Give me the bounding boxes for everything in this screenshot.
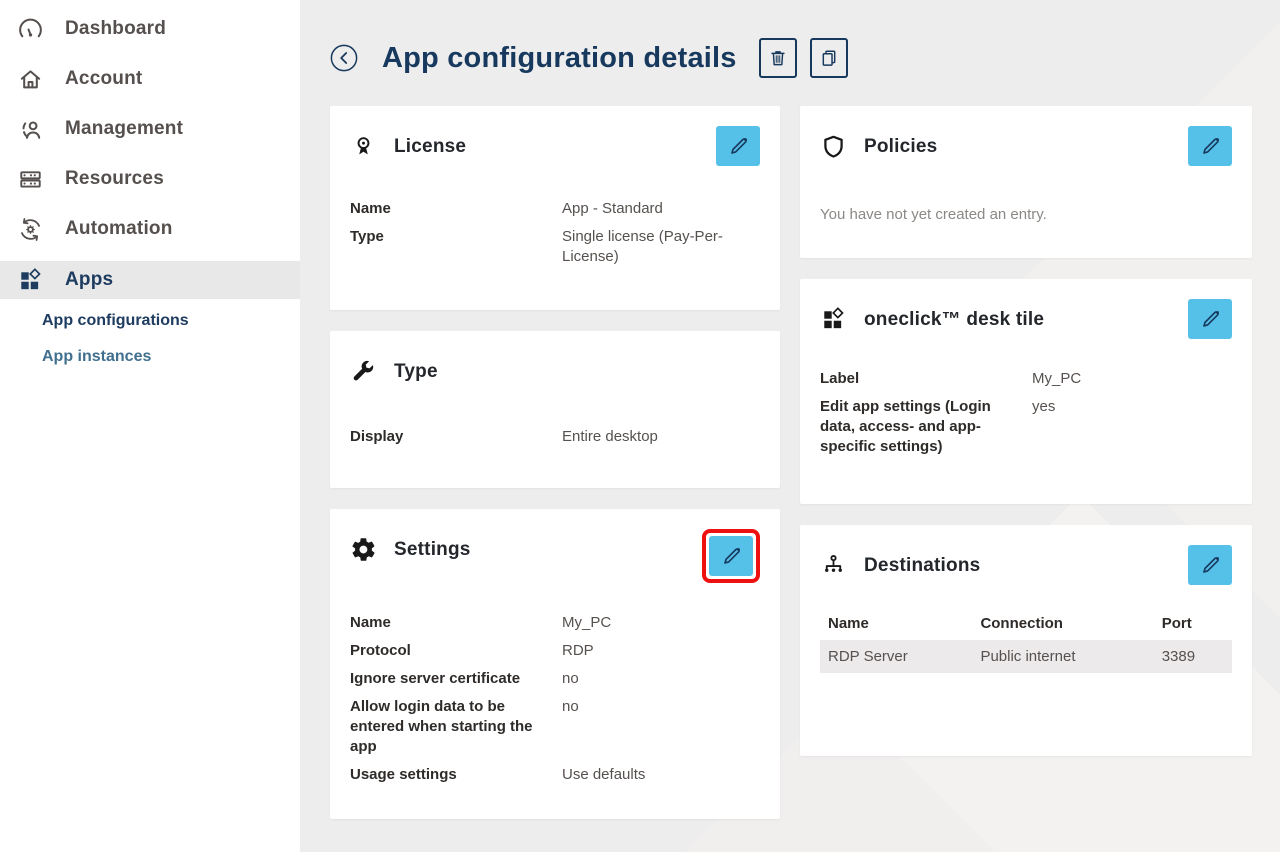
row-label: Usage settings bbox=[350, 765, 562, 785]
chevron-left-circle-icon bbox=[330, 44, 358, 72]
column-header-port: Port bbox=[1154, 607, 1232, 640]
card-title: Settings bbox=[394, 539, 471, 561]
row-value: My_PC bbox=[1032, 369, 1232, 389]
row-value: My_PC bbox=[562, 613, 760, 633]
edit-policies-button[interactable] bbox=[1188, 126, 1232, 166]
apps-icon bbox=[17, 267, 44, 294]
row-label: Display bbox=[350, 427, 562, 447]
management-icon bbox=[17, 116, 44, 143]
detail-row: Ignore server certificate no bbox=[350, 669, 760, 689]
dashboard-icon bbox=[17, 16, 44, 43]
row-label: Name bbox=[350, 199, 562, 219]
pencil-icon bbox=[727, 135, 750, 158]
row-value: App - Standard bbox=[562, 199, 760, 219]
row-value: no bbox=[562, 669, 760, 689]
resources-icon bbox=[17, 166, 44, 193]
type-card: Type Display Entire desktop bbox=[330, 331, 780, 488]
tiles-icon bbox=[820, 306, 847, 333]
destinations-table: Name Connection Port RDP Server Public i… bbox=[820, 607, 1232, 673]
card-title: Destinations bbox=[864, 555, 980, 577]
duplicate-button[interactable] bbox=[810, 38, 848, 78]
detail-row: Type Single license (Pay-Per-License) bbox=[350, 227, 760, 267]
sidebar-item-label: Resources bbox=[65, 168, 164, 190]
gear-icon bbox=[350, 536, 377, 563]
edit-settings-button[interactable] bbox=[709, 536, 753, 576]
main-area: App configuration details bbox=[300, 0, 1280, 852]
card-title: Type bbox=[394, 361, 438, 383]
sidebar-item-label: Automation bbox=[65, 218, 173, 240]
policies-card: Policies You have not yet created an ent… bbox=[800, 106, 1252, 258]
detail-row: Allow login data to be entered when star… bbox=[350, 697, 760, 757]
sidebar: Dashboard Account Management Resources A… bbox=[0, 0, 300, 852]
card-title: License bbox=[394, 136, 466, 158]
table-row: RDP Server Public internet 3389 bbox=[820, 640, 1232, 673]
cell-name: RDP Server bbox=[820, 640, 972, 673]
edit-desk-tile-button[interactable] bbox=[1188, 299, 1232, 339]
row-value: no bbox=[562, 697, 760, 757]
pencil-icon bbox=[1199, 308, 1222, 331]
sidebar-item-label: Account bbox=[65, 68, 142, 90]
row-label: Name bbox=[350, 613, 562, 633]
row-value: Entire desktop bbox=[562, 427, 760, 447]
sidebar-item-dashboard[interactable]: Dashboard bbox=[0, 4, 300, 54]
sidebar-item-apps[interactable]: Apps bbox=[0, 261, 300, 299]
row-label: Label bbox=[820, 369, 1032, 389]
card-title: oneclick™ desk tile bbox=[864, 309, 1044, 331]
edit-license-button[interactable] bbox=[716, 126, 760, 166]
delete-button[interactable] bbox=[759, 38, 797, 78]
detail-row: Usage settings Use defaults bbox=[350, 765, 760, 785]
destinations-card: Destinations Name Connection bbox=[800, 525, 1252, 756]
sidebar-item-label: Management bbox=[65, 118, 183, 140]
edit-destinations-button[interactable] bbox=[1188, 545, 1232, 585]
sidebar-item-account[interactable]: Account bbox=[0, 54, 300, 104]
page-title: App configuration details bbox=[382, 42, 737, 75]
sidebar-item-resources[interactable]: Resources bbox=[0, 154, 300, 204]
detail-row: Name App - Standard bbox=[350, 199, 760, 219]
policies-empty-text: You have not yet created an entry. bbox=[820, 206, 1232, 223]
pencil-icon bbox=[1199, 135, 1222, 158]
row-label: Edit app settings (Login data, access- a… bbox=[820, 397, 1032, 457]
back-button[interactable] bbox=[330, 44, 358, 72]
row-label: Type bbox=[350, 227, 562, 267]
page-header: App configuration details bbox=[330, 36, 1250, 80]
sidebar-item-automation[interactable]: Automation bbox=[0, 204, 300, 254]
detail-row: Name My_PC bbox=[350, 613, 760, 633]
trash-icon bbox=[767, 47, 789, 69]
copy-icon bbox=[818, 47, 840, 69]
row-value: RDP bbox=[562, 641, 760, 661]
account-icon bbox=[17, 66, 44, 93]
pencil-icon bbox=[720, 545, 743, 568]
detail-row: Edit app settings (Login data, access- a… bbox=[820, 397, 1232, 457]
row-label: Protocol bbox=[350, 641, 562, 661]
cell-connection: Public internet bbox=[972, 640, 1153, 673]
detail-row: Label My_PC bbox=[820, 369, 1232, 389]
detail-row: Protocol RDP bbox=[350, 641, 760, 661]
column-header-connection: Connection bbox=[972, 607, 1153, 640]
settings-card: Settings Name M bbox=[330, 509, 780, 819]
pencil-icon bbox=[1199, 554, 1222, 577]
sidebar-subitem-app-configurations[interactable]: App configurations bbox=[0, 303, 300, 339]
row-label: Ignore server certificate bbox=[350, 669, 562, 689]
desk-tile-card: oneclick™ desk tile Label My_PC bbox=[800, 279, 1252, 504]
sidebar-item-management[interactable]: Management bbox=[0, 104, 300, 154]
highlight-box bbox=[702, 529, 760, 583]
cell-port: 3389 bbox=[1154, 640, 1232, 673]
wrench-icon bbox=[350, 358, 377, 385]
row-value: Use defaults bbox=[562, 765, 760, 785]
sidebar-item-label: Apps bbox=[65, 269, 113, 291]
row-value: Single license (Pay-Per-License) bbox=[562, 227, 760, 267]
row-label: Allow login data to be entered when star… bbox=[350, 697, 562, 757]
sidebar-item-label: Dashboard bbox=[65, 18, 166, 40]
award-icon bbox=[350, 133, 377, 160]
column-header-name: Name bbox=[820, 607, 972, 640]
card-title: Policies bbox=[864, 136, 937, 158]
sitemap-icon bbox=[820, 552, 847, 579]
detail-row: Display Entire desktop bbox=[350, 427, 760, 447]
shield-icon bbox=[820, 133, 847, 160]
automation-icon bbox=[17, 216, 44, 243]
sidebar-subitem-app-instances[interactable]: App instances bbox=[0, 339, 300, 375]
license-card: License Name App - Standard bbox=[330, 106, 780, 310]
row-value: yes bbox=[1032, 397, 1232, 457]
